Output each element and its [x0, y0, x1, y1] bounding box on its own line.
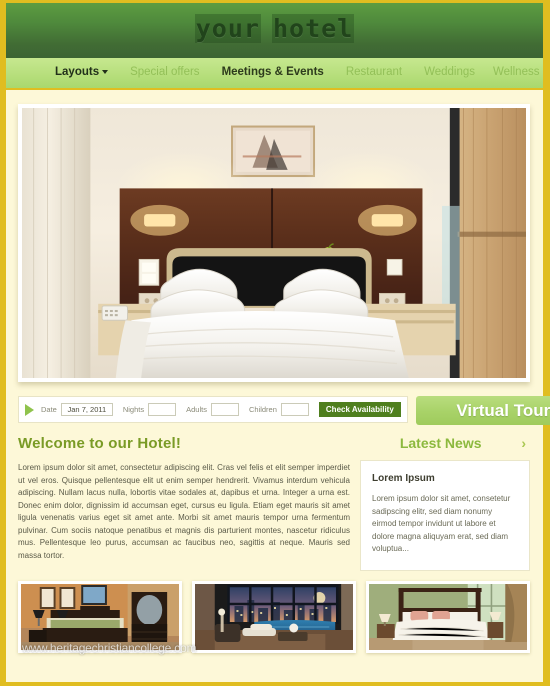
nights-field-group: Nights — [122, 403, 177, 416]
check-availability-button[interactable]: Check Availability — [318, 402, 401, 417]
page-title: Welcome to our Hotel! — [18, 435, 182, 452]
bedroom-thumb-image — [21, 583, 179, 650]
site-logo[interactable]: your hotel — [194, 14, 355, 43]
gallery-thumbnails — [6, 571, 543, 653]
date-field-group: Date — [41, 403, 113, 416]
gallery-thumb-3[interactable] — [366, 580, 530, 653]
nav-item-weddings[interactable]: Weddings — [415, 67, 484, 79]
logo-text-part1: your — [194, 14, 261, 43]
content-section: Welcome to our Hotel! Lorem ipsum dolor … — [6, 425, 543, 571]
nav-item-layouts[interactable]: Layouts — [46, 67, 117, 79]
hotel-room-illustration — [22, 108, 526, 378]
children-label: Children — [248, 405, 277, 414]
hero-section — [6, 90, 543, 382]
site-header: your hotel — [6, 3, 543, 58]
logo-text-part2: hotel — [271, 14, 355, 43]
chevron-right-icon[interactable]: › — [521, 436, 526, 450]
welcome-body-text: Lorem ipsum dolor sit amet, consectetur … — [18, 463, 350, 560]
nav-item-special-offers[interactable]: Special offers — [121, 67, 208, 79]
hero-room-image — [22, 108, 526, 378]
gallery-thumb-2[interactable] — [192, 580, 356, 653]
children-input[interactable] — [280, 403, 309, 416]
news-item-body: Lorem ipsum dolor sit amet, consetetur s… — [372, 494, 511, 553]
nights-input[interactable] — [148, 403, 177, 416]
latest-news-header: Latest News › — [360, 435, 530, 451]
adults-field-group: Adults — [186, 403, 239, 416]
four-poster-thumb-image — [369, 583, 527, 650]
main-navigation: Layouts Special offers Meetings & Events… — [6, 58, 543, 90]
page-root: your hotel Layouts Special offers Meeting… — [0, 0, 550, 686]
nights-label: Nights — [122, 405, 145, 414]
date-label: Date — [41, 405, 57, 414]
hero-image-frame[interactable] — [18, 104, 530, 382]
nav-item-label: Layouts — [55, 66, 100, 79]
news-item-title: Lorem Ipsum — [372, 473, 435, 484]
news-item-card[interactable]: Lorem Ipsum Lorem ipsum dolor sit amet, … — [360, 460, 530, 571]
nav-item-restaurant[interactable]: Restaurant — [337, 67, 411, 79]
welcome-column: Welcome to our Hotel! Lorem ipsum dolor … — [18, 435, 350, 571]
availability-form: Date Nights Adults Children Check Availa… — [18, 396, 408, 423]
latest-news-column: Latest News › Lorem Ipsum Lorem ipsum do… — [360, 435, 530, 571]
pool-suite-thumb-image — [195, 583, 353, 650]
gallery-thumb-1[interactable] — [18, 580, 182, 653]
virtual-tour-button[interactable]: Virtual Tour — [415, 396, 550, 425]
nav-item-meetings-events[interactable]: Meetings & Events — [213, 67, 333, 79]
latest-news-title: Latest News — [399, 435, 482, 451]
chevron-down-icon — [102, 70, 109, 75]
booking-section: Date Nights Adults Children Check Availa… — [6, 382, 550, 425]
adults-label: Adults — [186, 405, 207, 414]
adults-input[interactable] — [210, 403, 239, 416]
date-input[interactable] — [60, 403, 113, 416]
play-arrow-icon — [25, 403, 34, 416]
children-field-group: Children — [249, 403, 309, 416]
nav-item-wellness[interactable]: Wellness — [484, 67, 548, 79]
